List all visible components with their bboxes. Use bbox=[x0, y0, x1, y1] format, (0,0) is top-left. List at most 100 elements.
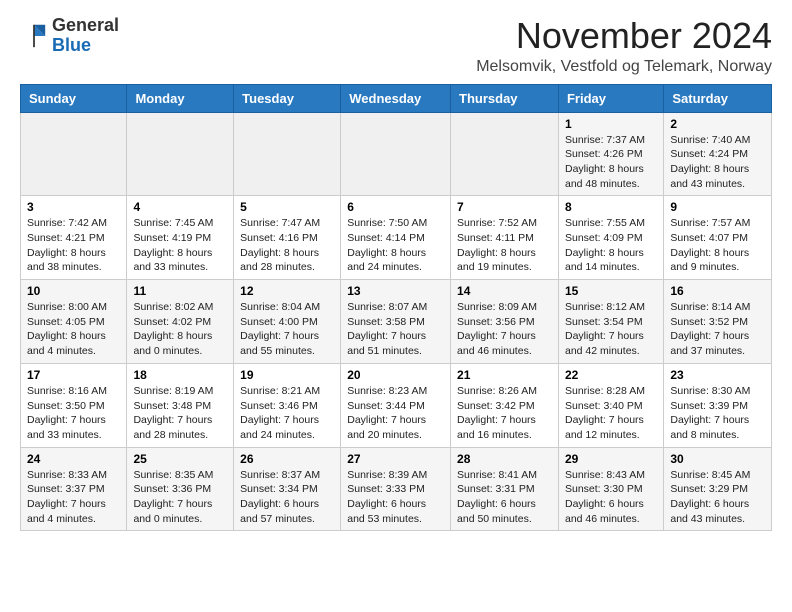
calendar-cell: 10Sunrise: 8:00 AM Sunset: 4:05 PM Dayli… bbox=[21, 280, 127, 364]
day-number: 8 bbox=[565, 200, 657, 214]
calendar-cell: 30 Sunrise: 8:45 AM Sunset: 3:29 PM Dayli… bbox=[664, 447, 772, 531]
day-number: 16 bbox=[670, 284, 765, 298]
calendar-cell bbox=[127, 112, 234, 196]
calendar-cell: 26 Sunrise: 8:37 AM Sunset: 3:34 PM Dayli… bbox=[234, 447, 341, 531]
day-number: 26 bbox=[240, 452, 334, 466]
day-info: Sunrise: 8:28 AM Sunset: 3:40 PM Dayligh… bbox=[565, 384, 657, 443]
day-info: Sunrise: 8:23 AM Sunset: 3:44 PM Dayligh… bbox=[347, 384, 444, 443]
calendar-cell: 14 Sunrise: 8:09 AM Sunset: 3:56 PM Dayli… bbox=[451, 280, 559, 364]
day-info: Sunrise: 8:39 AM Sunset: 3:33 PM Dayligh… bbox=[347, 468, 444, 527]
calendar-cell: 25 Sunrise: 8:35 AM Sunset: 3:36 PM Dayli… bbox=[127, 447, 234, 531]
day-number: 23 bbox=[670, 368, 765, 382]
day-info: Sunrise: 8:37 AM Sunset: 3:34 PM Dayligh… bbox=[240, 468, 334, 527]
col-saturday: Saturday bbox=[664, 84, 772, 112]
calendar-cell: 21 Sunrise: 8:26 AM Sunset: 3:42 PM Dayli… bbox=[451, 363, 559, 447]
col-wednesday: Wednesday bbox=[341, 84, 451, 112]
day-number: 13 bbox=[347, 284, 444, 298]
calendar-cell: 11 Sunrise: 8:02 AM Sunset: 4:02 PM Dayli… bbox=[127, 280, 234, 364]
col-tuesday: Tuesday bbox=[234, 84, 341, 112]
day-info: Sunrise: 8:14 AM Sunset: 3:52 PM Dayligh… bbox=[670, 300, 765, 359]
calendar-cell bbox=[234, 112, 341, 196]
calendar-cell: 24 Sunrise: 8:33 AM Sunset: 3:37 PM Dayli… bbox=[21, 447, 127, 531]
day-number: 18 bbox=[133, 368, 227, 382]
main-title: November 2024 bbox=[476, 16, 772, 56]
day-number: 30 bbox=[670, 452, 765, 466]
day-number: 1 bbox=[565, 117, 657, 131]
calendar-cell: 1 Sunrise: 7:37 AM Sunset: 4:26 PM Daylig… bbox=[558, 112, 663, 196]
calendar-cell: 23 Sunrise: 8:30 AM Sunset: 3:39 PM Dayli… bbox=[664, 363, 772, 447]
calendar-cell: 5 Sunrise: 7:47 AM Sunset: 4:16 PM Daylig… bbox=[234, 196, 341, 280]
calendar-cell: 6 Sunrise: 7:50 AM Sunset: 4:14 PM Daylig… bbox=[341, 196, 451, 280]
day-info: Sunrise: 8:35 AM Sunset: 3:36 PM Dayligh… bbox=[133, 468, 227, 527]
day-info: Sunrise: 8:12 AM Sunset: 3:54 PM Dayligh… bbox=[565, 300, 657, 359]
logo: General Blue bbox=[20, 16, 119, 56]
calendar-cell: 16 Sunrise: 8:14 AM Sunset: 3:52 PM Dayli… bbox=[664, 280, 772, 364]
page: General Blue November 2024 Melsomvik, Ve… bbox=[0, 0, 792, 541]
calendar-cell: 17Sunrise: 8:16 AM Sunset: 3:50 PM Dayli… bbox=[21, 363, 127, 447]
day-info: Sunrise: 7:55 AM Sunset: 4:09 PM Dayligh… bbox=[565, 216, 657, 275]
day-info: Sunrise: 8:21 AM Sunset: 3:46 PM Dayligh… bbox=[240, 384, 334, 443]
day-number: 27 bbox=[347, 452, 444, 466]
day-number: 3 bbox=[27, 200, 120, 214]
calendar-cell: 22Sunrise: 8:28 AM Sunset: 3:40 PM Dayli… bbox=[558, 363, 663, 447]
calendar-cell bbox=[451, 112, 559, 196]
calendar-week-5: 24 Sunrise: 8:33 AM Sunset: 3:37 PM Dayli… bbox=[21, 447, 772, 531]
day-info: Sunrise: 8:07 AM Sunset: 3:58 PM Dayligh… bbox=[347, 300, 444, 359]
day-number: 20 bbox=[347, 368, 444, 382]
day-info: Sunrise: 8:45 AM Sunset: 3:29 PM Dayligh… bbox=[670, 468, 765, 527]
day-info: Sunrise: 7:52 AM Sunset: 4:11 PM Dayligh… bbox=[457, 216, 552, 275]
day-info: Sunrise: 8:19 AM Sunset: 3:48 PM Dayligh… bbox=[133, 384, 227, 443]
calendar-cell bbox=[21, 112, 127, 196]
day-number: 2 bbox=[670, 117, 765, 131]
calendar-week-3: 10Sunrise: 8:00 AM Sunset: 4:05 PM Dayli… bbox=[21, 280, 772, 364]
day-info: Sunrise: 8:43 AM Sunset: 3:30 PM Dayligh… bbox=[565, 468, 657, 527]
col-monday: Monday bbox=[127, 84, 234, 112]
day-number: 21 bbox=[457, 368, 552, 382]
col-thursday: Thursday bbox=[451, 84, 559, 112]
calendar-header-row: Sunday Monday Tuesday Wednesday Thursday… bbox=[21, 84, 772, 112]
day-info: Sunrise: 7:47 AM Sunset: 4:16 PM Dayligh… bbox=[240, 216, 334, 275]
logo-icon bbox=[20, 22, 48, 50]
calendar-cell: 4Sunrise: 7:45 AM Sunset: 4:19 PM Daylig… bbox=[127, 196, 234, 280]
calendar-week-1: 1 Sunrise: 7:37 AM Sunset: 4:26 PM Daylig… bbox=[21, 112, 772, 196]
day-number: 14 bbox=[457, 284, 552, 298]
day-number: 4 bbox=[133, 200, 227, 214]
subtitle: Melsomvik, Vestfold og Telemark, Norway bbox=[476, 58, 772, 76]
calendar-table: Sunday Monday Tuesday Wednesday Thursday… bbox=[20, 84, 772, 532]
title-block: November 2024 Melsomvik, Vestfold og Tel… bbox=[476, 16, 772, 76]
day-info: Sunrise: 8:09 AM Sunset: 3:56 PM Dayligh… bbox=[457, 300, 552, 359]
calendar-cell: 20 Sunrise: 8:23 AM Sunset: 3:44 PM Dayli… bbox=[341, 363, 451, 447]
day-info: Sunrise: 7:37 AM Sunset: 4:26 PM Dayligh… bbox=[565, 133, 657, 192]
day-info: Sunrise: 8:41 AM Sunset: 3:31 PM Dayligh… bbox=[457, 468, 552, 527]
calendar-cell: 12Sunrise: 8:04 AM Sunset: 4:00 PM Dayli… bbox=[234, 280, 341, 364]
calendar-cell: 3Sunrise: 7:42 AM Sunset: 4:21 PM Daylig… bbox=[21, 196, 127, 280]
day-number: 25 bbox=[133, 452, 227, 466]
day-number: 17 bbox=[27, 368, 120, 382]
day-info: Sunrise: 8:33 AM Sunset: 3:37 PM Dayligh… bbox=[27, 468, 120, 527]
day-info: Sunrise: 7:57 AM Sunset: 4:07 PM Dayligh… bbox=[670, 216, 765, 275]
calendar-cell: 7Sunrise: 7:52 AM Sunset: 4:11 PM Daylig… bbox=[451, 196, 559, 280]
col-friday: Friday bbox=[558, 84, 663, 112]
day-info: Sunrise: 8:04 AM Sunset: 4:00 PM Dayligh… bbox=[240, 300, 334, 359]
calendar-cell: 8 Sunrise: 7:55 AM Sunset: 4:09 PM Daylig… bbox=[558, 196, 663, 280]
day-number: 24 bbox=[27, 452, 120, 466]
calendar-cell: 29Sunrise: 8:43 AM Sunset: 3:30 PM Dayli… bbox=[558, 447, 663, 531]
day-number: 6 bbox=[347, 200, 444, 214]
logo-text: General Blue bbox=[52, 16, 119, 56]
day-info: Sunrise: 8:02 AM Sunset: 4:02 PM Dayligh… bbox=[133, 300, 227, 359]
day-number: 11 bbox=[133, 284, 227, 298]
calendar-week-2: 3Sunrise: 7:42 AM Sunset: 4:21 PM Daylig… bbox=[21, 196, 772, 280]
day-info: Sunrise: 7:50 AM Sunset: 4:14 PM Dayligh… bbox=[347, 216, 444, 275]
day-number: 5 bbox=[240, 200, 334, 214]
day-info: Sunrise: 8:26 AM Sunset: 3:42 PM Dayligh… bbox=[457, 384, 552, 443]
day-number: 28 bbox=[457, 452, 552, 466]
calendar-cell: 13 Sunrise: 8:07 AM Sunset: 3:58 PM Dayli… bbox=[341, 280, 451, 364]
day-info: Sunrise: 8:00 AM Sunset: 4:05 PM Dayligh… bbox=[27, 300, 120, 359]
calendar-cell: 27 Sunrise: 8:39 AM Sunset: 3:33 PM Dayli… bbox=[341, 447, 451, 531]
day-info: Sunrise: 8:30 AM Sunset: 3:39 PM Dayligh… bbox=[670, 384, 765, 443]
calendar-cell: 18 Sunrise: 8:19 AM Sunset: 3:48 PM Dayli… bbox=[127, 363, 234, 447]
calendar-cell: 15Sunrise: 8:12 AM Sunset: 3:54 PM Dayli… bbox=[558, 280, 663, 364]
calendar-cell: 2Sunrise: 7:40 AM Sunset: 4:24 PM Daylig… bbox=[664, 112, 772, 196]
day-number: 19 bbox=[240, 368, 334, 382]
calendar-week-4: 17Sunrise: 8:16 AM Sunset: 3:50 PM Dayli… bbox=[21, 363, 772, 447]
